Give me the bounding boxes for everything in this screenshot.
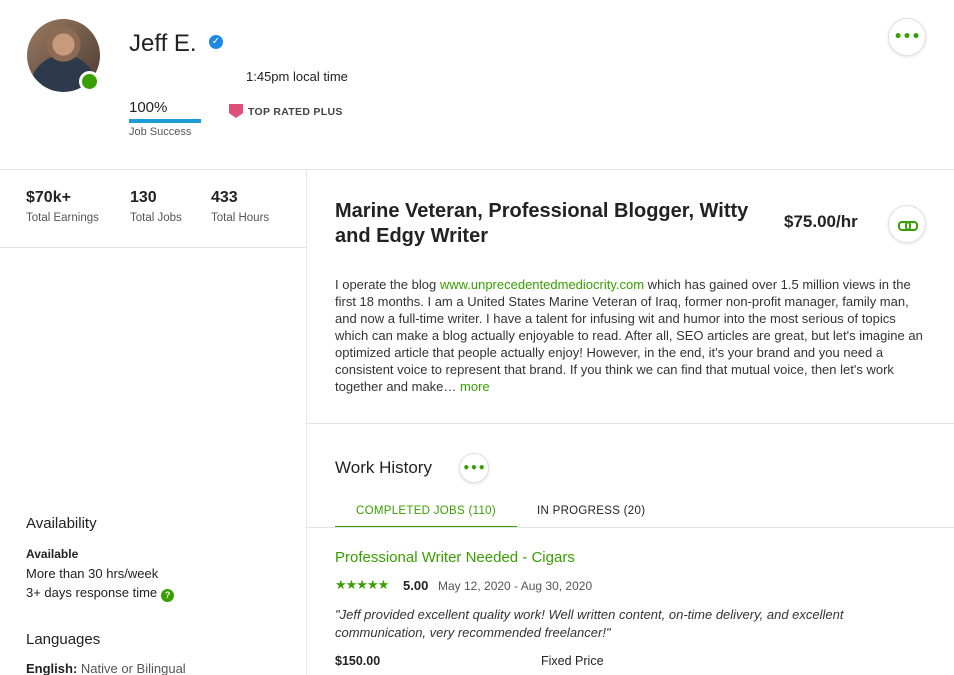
question-icon[interactable]: ? — [161, 589, 175, 602]
ellipsis-icon: ••• — [462, 461, 486, 475]
job-success-label: Job Success — [129, 126, 192, 138]
star-rating-icon: ★★★★★ — [335, 578, 389, 593]
language-name: English: — [26, 661, 78, 675]
profile-name: Jeff E. — [129, 30, 197, 57]
stat-value: $70k+ — [26, 189, 71, 206]
profile-title: Marine Veteran, Professional Blogger, Wi… — [335, 200, 749, 247]
profile-main: Marine Veteran, Professional Blogger, Wi… — [307, 170, 954, 675]
stat-label: Total Hours — [211, 212, 270, 224]
profile-more-button[interactable]: ••• — [888, 18, 926, 56]
job-title-link[interactable]: Professional Writer Needed - Cigars — [335, 549, 575, 566]
section-divider — [307, 423, 954, 424]
stat-total-earnings: $70k+ Total Earnings — [26, 189, 99, 224]
stat-total-jobs: 130 Total Jobs — [130, 189, 182, 224]
hourly-rate: $75.00/hr — [784, 212, 858, 231]
stat-value: 433 — [211, 189, 238, 206]
job-rating: 5.00 — [403, 578, 429, 593]
response-time-text: 3+ days response time — [26, 585, 158, 600]
job-success-bar — [129, 119, 201, 123]
tabs-divider — [307, 527, 954, 528]
tab-in-progress[interactable]: IN PROGRESS (20) — [537, 505, 645, 517]
job-feedback: "Jeff provided excellent quality work! W… — [335, 607, 844, 640]
online-status-icon — [79, 71, 100, 92]
top-rated-badge-label: TOP RATED PLUS — [248, 106, 343, 118]
copy-link-button[interactable] — [888, 205, 926, 243]
job-price-type: Fixed Price — [541, 654, 604, 668]
job-price: $150.00 — [335, 654, 381, 668]
availability-response: 3+ days response time? — [26, 585, 175, 602]
local-time: 1:45pm local time — [246, 69, 348, 84]
job-success-bar-fill — [129, 119, 201, 123]
language-item: English: Native or Bilingual — [26, 661, 186, 675]
ellipsis-icon: ••• — [893, 29, 921, 45]
job-success-value: 100% — [129, 99, 168, 116]
availability-hours: More than 30 hrs/week — [26, 566, 159, 581]
blog-link[interactable]: www.unprecedentedmediocrity.com — [440, 277, 644, 292]
verified-badge-icon: ✓ — [209, 35, 223, 49]
stat-total-hours: 433 Total Hours — [211, 189, 269, 224]
more-link[interactable]: more — [460, 379, 490, 394]
tab-completed-jobs[interactable]: COMPLETED JOBS (110) — [335, 505, 517, 528]
top-rated-badge-icon — [229, 104, 243, 118]
availability-title: Availability — [26, 515, 97, 532]
work-history-more-button[interactable]: ••• — [459, 453, 489, 483]
language-level: Native or Bilingual — [80, 661, 186, 675]
profile-description: I operate the blog www.unprecedentedmedi… — [335, 276, 925, 395]
description-text: I operate the blog — [335, 277, 440, 292]
profile-sidebar: $70k+ Total Earnings 130 Total Jobs 433 … — [0, 170, 307, 675]
stat-value: 130 — [130, 189, 157, 206]
work-history-title: Work History — [335, 458, 432, 477]
stat-label: Total Earnings — [26, 212, 99, 224]
stats-panel: $70k+ Total Earnings 130 Total Jobs 433 … — [0, 170, 306, 248]
languages-title: Languages — [26, 631, 101, 648]
description-text: which has gained over 1.5 million views … — [335, 277, 923, 394]
job-dates: May 12, 2020 - Aug 30, 2020 — [438, 579, 593, 593]
profile-header: Jeff E. ✓ 1:45pm local time 100% Job Suc… — [0, 0, 954, 170]
stat-label: Total Jobs — [130, 212, 182, 224]
availability-status: Available — [26, 547, 79, 561]
